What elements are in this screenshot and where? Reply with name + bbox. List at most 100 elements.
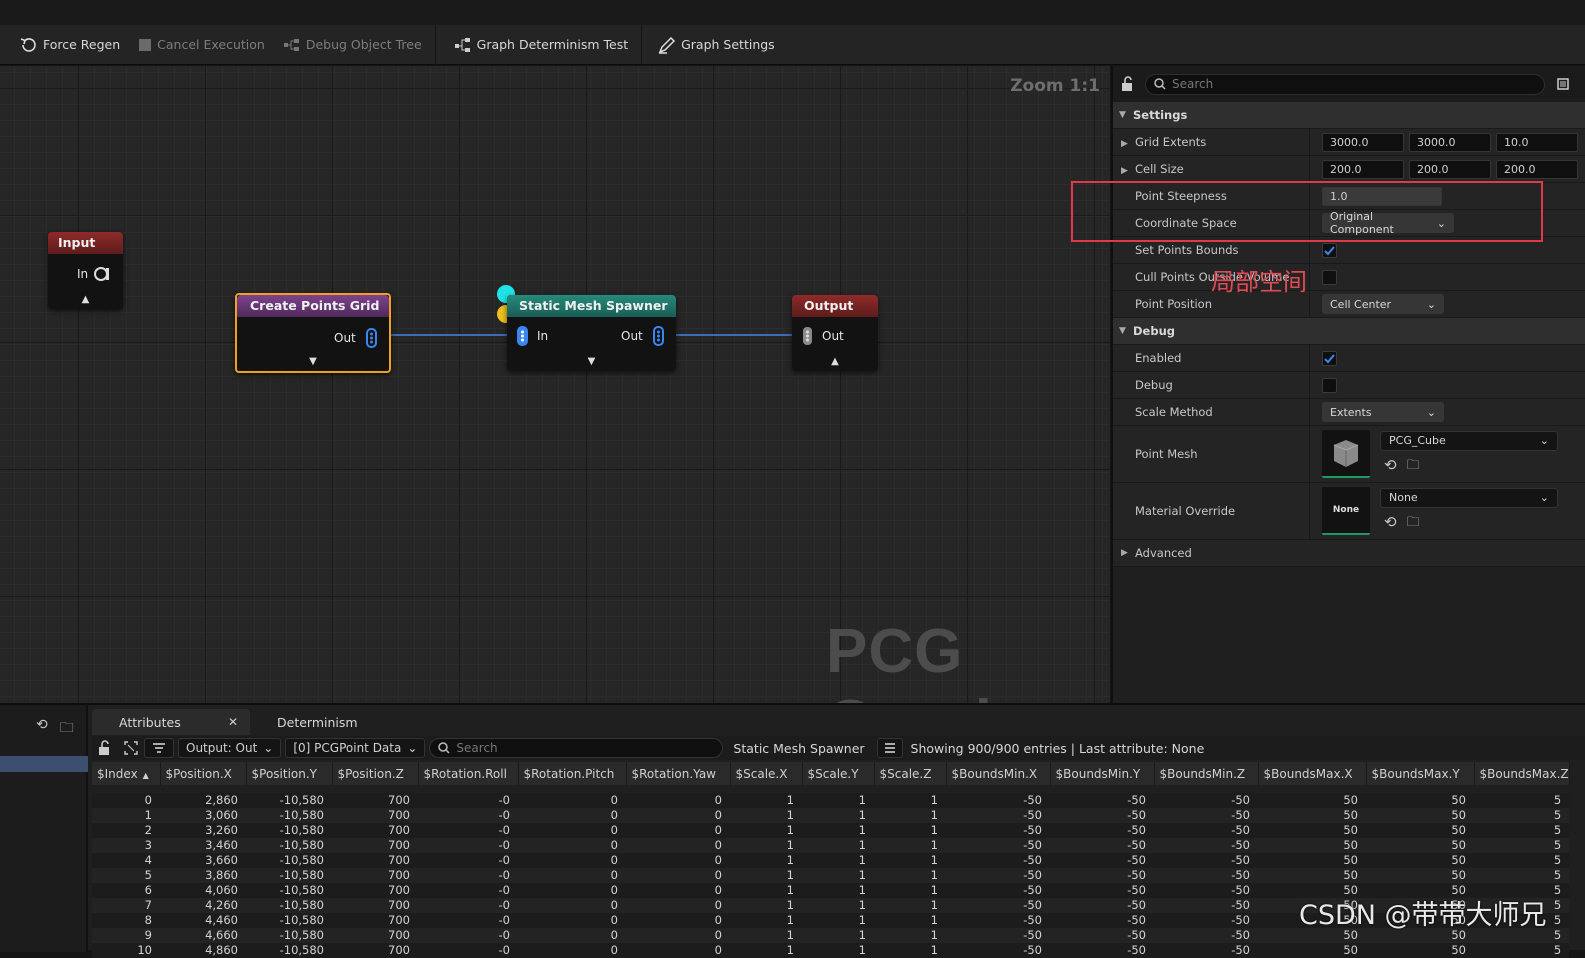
input-node-header: Input xyxy=(48,232,123,254)
column-header[interactable]: $BoundsMax.Y xyxy=(1366,762,1475,785)
point-mesh-value-cell: PCG_Cube ⌄ ⟲ 🗀 xyxy=(1309,426,1585,482)
data-index-dropdown[interactable]: [0] PCGPoint Data ⌄ xyxy=(285,738,426,758)
browse-folder-icon[interactable]: 🗀 xyxy=(1407,513,1420,535)
enabled-checkbox[interactable] xyxy=(1322,350,1337,366)
list-options-icon[interactable] xyxy=(876,738,903,758)
debug-category[interactable]: ▼ Debug xyxy=(1113,318,1585,345)
use-selected-icon[interactable]: ⟲ xyxy=(1384,513,1397,535)
unlock-icon[interactable] xyxy=(92,738,118,758)
create-points-grid-node[interactable]: Create Points Grid Out ▼ xyxy=(235,293,391,373)
spawner-in-pin[interactable]: In xyxy=(515,326,548,346)
set-points-bounds-checkbox[interactable] xyxy=(1322,242,1337,258)
use-selected-icon[interactable]: ⟲ xyxy=(1384,456,1397,478)
column-header[interactable]: $Position.Y xyxy=(246,762,333,785)
static-mesh-spawner-node[interactable]: Static Mesh Spawner In Out ▼ xyxy=(507,295,676,371)
column-header[interactable]: $Position.X xyxy=(160,762,247,785)
material-thumbnail[interactable]: None xyxy=(1322,487,1370,535)
table-row[interactable]: 3 3,460 -10,580 700 -0 0 0 1 1 1 -50 -50 -50 50 50 5 xyxy=(92,838,1570,853)
input-in-pin[interactable]: In xyxy=(77,264,112,284)
expand-down-icon[interactable]: ▼ xyxy=(309,356,317,367)
table-row[interactable]: 5 3,860 -10,580 700 -0 0 0 1 1 1 -50 -50 -50 50 50 5 xyxy=(92,868,1570,883)
details-search-input[interactable] xyxy=(1172,77,1512,91)
settings-category[interactable]: ▼ Settings xyxy=(1113,102,1585,129)
expand-down-icon[interactable]: ▼ xyxy=(588,356,596,367)
table-cell: 0 xyxy=(518,808,626,823)
cancel-execution-button[interactable]: Cancel Execution xyxy=(129,25,274,65)
table-cell: 0 xyxy=(626,853,730,868)
column-header[interactable]: $Rotation.Roll xyxy=(418,762,519,785)
tab-attributes[interactable]: Attributes ✕ xyxy=(92,709,250,735)
column-header[interactable]: $Scale.Z xyxy=(874,762,947,785)
table-row[interactable]: 2 3,260 -10,580 700 -0 0 0 1 1 1 -50 -50 -50 50 50 5 xyxy=(92,823,1570,838)
point-position-row: Point Position Cell Center ⌄ xyxy=(1113,291,1585,318)
grid-extents-y[interactable]: 3000.0 xyxy=(1409,132,1491,152)
expand-up-icon[interactable]: ▲ xyxy=(82,294,90,305)
cube-thumbnail[interactable] xyxy=(1322,430,1370,478)
collapse-arrow-icon: ▼ xyxy=(1119,326,1126,336)
use-selected-icon[interactable]: ⟲ xyxy=(36,717,48,741)
expand-up-icon[interactable]: ▲ xyxy=(831,356,839,367)
column-header[interactable]: $BoundsMin.X xyxy=(946,762,1051,785)
column-header[interactable]: $Rotation.Yaw xyxy=(626,762,731,785)
column-header[interactable]: $BoundsMax.X xyxy=(1258,762,1367,785)
input-node[interactable]: Input In ▲ xyxy=(48,232,123,309)
table-cell: -50 xyxy=(1050,808,1154,823)
table-cell: 0 xyxy=(626,868,730,883)
browse-folder-icon[interactable]: 🗀 xyxy=(1407,456,1420,478)
details-search-box[interactable] xyxy=(1145,73,1545,95)
output-out-pin[interactable]: Out xyxy=(800,326,844,346)
table-row[interactable]: 4 3,660 -10,580 700 -0 0 0 1 1 1 -50 -50 -50 50 50 5 xyxy=(92,853,1570,868)
expand-arrow-icon[interactable]: ▶ xyxy=(1121,166,1135,176)
grid-extents-z[interactable]: 10.0 xyxy=(1496,132,1578,152)
wire-spawner-to-output[interactable] xyxy=(662,334,800,336)
unlock-icon[interactable] xyxy=(1121,76,1135,92)
point-mesh-actions: ⟲ 🗀 xyxy=(1380,456,1558,478)
tab-determinism[interactable]: Determinism xyxy=(250,709,408,735)
grid-extents-values: 3000.0 3000.0 10.0 xyxy=(1309,129,1585,155)
table-cell: 1 xyxy=(874,943,946,958)
cell-size-x[interactable]: 200.0 xyxy=(1322,159,1404,179)
grid-extents-x[interactable]: 3000.0 xyxy=(1322,132,1404,152)
create-points-grid-out-pin[interactable]: Out xyxy=(334,328,380,348)
force-regen-button[interactable]: Force Regen xyxy=(0,25,129,65)
wire-grid-to-spawner[interactable] xyxy=(376,334,514,336)
point-position-dropdown[interactable]: Cell Center ⌄ xyxy=(1322,294,1444,314)
table-row[interactable]: 10 4,860 -10,580 700 -0 0 0 1 1 1 -50 -50 -50 50 50 5 xyxy=(92,943,1570,958)
cull-points-checkbox[interactable] xyxy=(1322,269,1337,285)
material-override-dropdown[interactable]: None ⌄ xyxy=(1380,487,1558,508)
graph-settings-button[interactable]: Graph Settings xyxy=(646,25,784,65)
graph-determinism-test-button[interactable]: Graph Determinism Test xyxy=(440,25,637,65)
advanced-row[interactable]: ▶ Advanced xyxy=(1113,540,1585,567)
column-header[interactable]: $BoundsMin.Z xyxy=(1154,762,1259,785)
browse-folder-icon[interactable]: 🗀 xyxy=(60,717,74,741)
attributes-search-box[interactable] xyxy=(429,738,724,758)
table-spacer-cell xyxy=(92,785,1570,793)
column-header[interactable]: $Scale.Y xyxy=(802,762,875,785)
graph-canvas[interactable]: Zoom 1:1 PCG Graph Input In ▲ Create Poi… xyxy=(0,66,1110,703)
focus-icon[interactable] xyxy=(118,738,144,758)
column-header[interactable]: $Scale.X xyxy=(730,762,803,785)
column-header[interactable]: $Position.Z xyxy=(332,762,419,785)
menu-icon[interactable] xyxy=(1557,78,1569,90)
expand-arrow-icon[interactable]: ▶ xyxy=(1121,139,1135,149)
output-node[interactable]: Output Out ▲ xyxy=(792,295,878,371)
close-icon[interactable]: ✕ xyxy=(228,715,238,729)
table-row[interactable]: 1 3,060 -10,580 700 -0 0 0 1 1 1 -50 -50 -50 50 50 5 xyxy=(92,808,1570,823)
table-cell: -50 xyxy=(946,853,1050,868)
cell-size-y[interactable]: 200.0 xyxy=(1409,159,1491,179)
filter-icon[interactable] xyxy=(144,738,174,758)
debug-checkbox[interactable] xyxy=(1322,377,1337,393)
column-header[interactable]: $Rotation.Pitch xyxy=(518,762,627,785)
column-header[interactable]: $BoundsMax.Z xyxy=(1474,762,1570,785)
selected-debug-row[interactable] xyxy=(0,756,88,772)
scale-method-dropdown[interactable]: Extents ⌄ xyxy=(1322,402,1444,422)
column-header[interactable]: $Index ▲ xyxy=(92,762,161,785)
table-row[interactable]: 0 2,860 -10,580 700 -0 0 0 1 1 1 -50 -50 -50 50 50 5 xyxy=(92,793,1570,808)
spawner-out-pin[interactable]: Out xyxy=(621,326,667,346)
column-header[interactable]: $BoundsMin.Y xyxy=(1050,762,1155,785)
output-pin-dropdown[interactable]: Output: Out ⌄ xyxy=(178,738,282,758)
point-mesh-dropdown[interactable]: PCG_Cube ⌄ xyxy=(1380,430,1558,451)
cell-size-z[interactable]: 200.0 xyxy=(1496,159,1578,179)
debug-object-tree-button[interactable]: Debug Object Tree xyxy=(274,25,431,65)
attributes-search-input[interactable] xyxy=(456,741,717,755)
